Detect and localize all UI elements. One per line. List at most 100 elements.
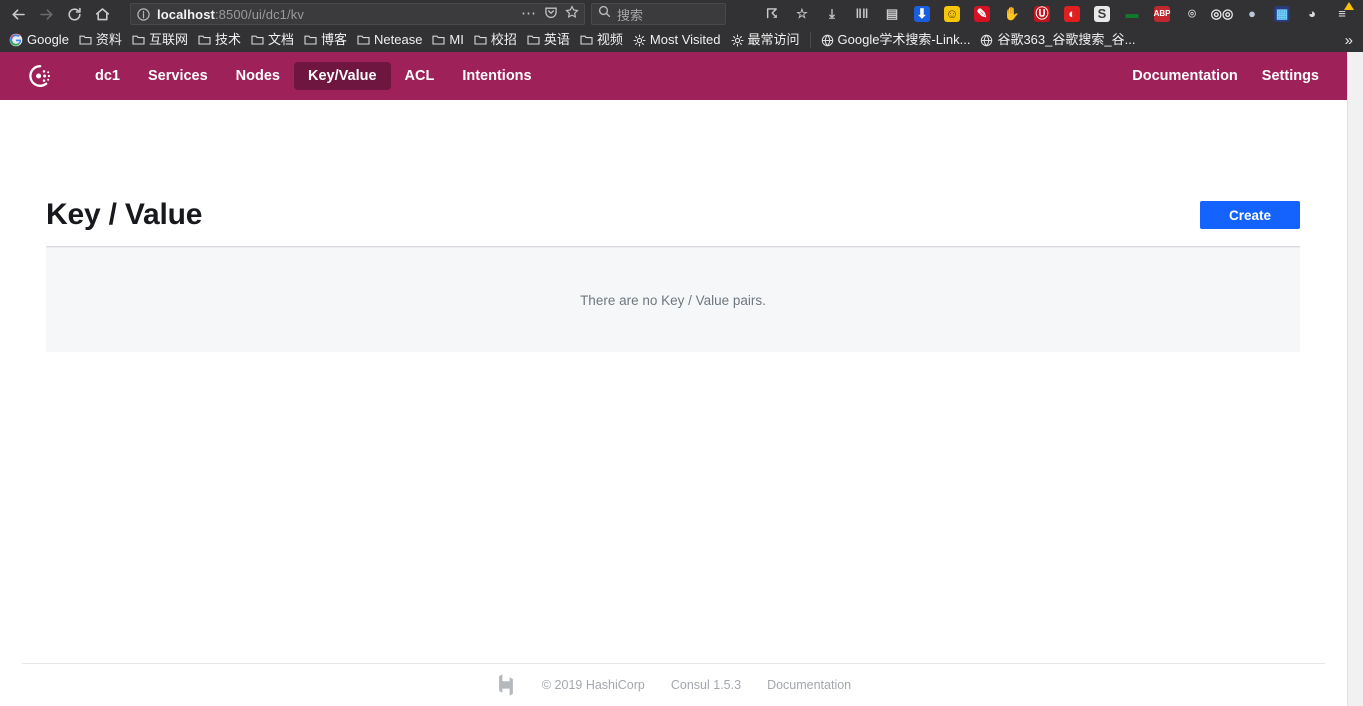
bookmarks-separator <box>809 32 811 48</box>
bookmark-item[interactable]: 博客 <box>299 30 352 50</box>
nav-acl[interactable]: ACL <box>391 62 449 90</box>
colorful-grid-extension-icon[interactable]: ▦ <box>1267 1 1297 27</box>
nav-datacenter[interactable]: dc1 <box>81 62 134 90</box>
folder-icon <box>198 34 211 46</box>
nav-settings[interactable]: Settings <box>1250 62 1331 90</box>
folder-icon <box>474 34 487 46</box>
folder-icon <box>304 34 317 46</box>
bookmark-label: Google学术搜索-Link... <box>837 32 971 47</box>
bookmark-item[interactable]: 文档 <box>246 30 299 50</box>
globe-icon <box>980 34 993 47</box>
bookmark-label: 互联网 <box>148 32 188 47</box>
bookmark-label: 英语 <box>543 32 570 47</box>
nav-intentions[interactable]: Intentions <box>448 62 545 90</box>
lastpass-extension-icon[interactable]: Ⓤ <box>1027 1 1057 27</box>
globe-icon <box>821 34 834 47</box>
nav-key-value[interactable]: Key/Value <box>294 62 391 90</box>
home-button[interactable] <box>88 1 116 27</box>
folder-icon <box>79 34 92 46</box>
folder-icon <box>251 34 264 46</box>
url-host: localhost <box>157 6 215 22</box>
bookmark-item[interactable]: 谷歌363_谷歌搜索_谷... <box>975 30 1140 50</box>
url-text: localhost:8500/ui/dc1/kv <box>157 7 515 22</box>
bookmark-item[interactable]: 资料 <box>74 30 127 50</box>
page-scrollbar[interactable] <box>1347 52 1363 706</box>
search-bar[interactable]: 搜索 <box>591 3 726 25</box>
downloads-icon[interactable]: ⤓ <box>817 1 847 27</box>
url-bar[interactable]: localhost:8500/ui/dc1/kv ⋯ <box>130 3 585 25</box>
goggles-extension-icon[interactable]: ◎◎ <box>1207 1 1237 27</box>
menu-hamburger-icon[interactable]: ≡ <box>1327 1 1357 27</box>
bookmark-item[interactable]: Most Visited <box>628 30 726 50</box>
bookmarks-overflow-icon[interactable]: » <box>1339 32 1359 49</box>
green-dash-extension-icon[interactable]: ▬ <box>1117 1 1147 27</box>
bookmark-item[interactable]: 技术 <box>193 30 246 50</box>
create-button[interactable]: Create <box>1200 201 1300 229</box>
key-value-header: Key / Value Create <box>46 198 1300 246</box>
bookmark-item[interactable]: 互联网 <box>127 30 193 50</box>
back-button[interactable] <box>4 1 32 27</box>
bookmark-item[interactable]: 最常访问 <box>726 30 805 50</box>
red-pen-extension-icon[interactable]: ✎ <box>967 1 997 27</box>
nav-intentions-label: Intentions <box>462 68 532 84</box>
empty-state-message: There are no Key / Value pairs. <box>580 292 766 308</box>
folder-icon <box>432 34 445 46</box>
bookmark-label: 技术 <box>214 32 241 47</box>
bookmark-item[interactable]: Google学术搜索-Link... <box>816 30 976 50</box>
opera-extension-icon-glyph: ◐ <box>1064 6 1080 22</box>
info-circle-icon[interactable] <box>136 7 151 22</box>
bookmark-item[interactable]: 视频 <box>575 30 628 50</box>
at-extension-icon[interactable]: ⌾ <box>1177 1 1207 27</box>
nav-settings-label: Settings <box>1261 68 1319 84</box>
bookmark-item[interactable]: 英语 <box>522 30 575 50</box>
lastpass-extension-icon-glyph: Ⓤ <box>1034 6 1050 22</box>
ellipsis-icon[interactable]: ⋯ <box>521 6 537 21</box>
s-extension-icon-glyph: S <box>1094 6 1110 22</box>
green-dash-extension-icon-glyph: ▬ <box>1125 6 1139 21</box>
opera-extension-icon[interactable]: ◐ <box>1057 1 1087 27</box>
bookmark-item[interactable]: Netease <box>352 30 427 50</box>
library-icon[interactable]: ‖‖ <box>847 1 877 27</box>
forward-button[interactable] <box>32 1 60 27</box>
gear-icon <box>633 33 646 47</box>
bookmark-item[interactable]: Google <box>4 30 74 50</box>
goggles-extension-icon-glyph: ◎◎ <box>1210 6 1234 21</box>
footer-documentation-link[interactable]: Documentation <box>767 678 851 692</box>
consul-logo[interactable] <box>25 61 55 91</box>
pocket-icon[interactable] <box>544 5 558 24</box>
nav-documentation[interactable]: Documentation <box>1120 62 1250 90</box>
nav-nodes[interactable]: Nodes <box>222 62 294 90</box>
pocket-save-icon[interactable]: ☈ <box>757 1 787 27</box>
bookmark-item[interactable]: MI <box>427 30 468 50</box>
adblock-plus-icon[interactable]: ABP <box>1147 1 1177 27</box>
library-icon-glyph: ‖‖ <box>855 6 869 21</box>
page-title: Key / Value <box>46 198 203 231</box>
bookmark-item[interactable]: 校招 <box>469 30 522 50</box>
handshake-extension-icon-glyph: ✋ <box>1003 6 1021 21</box>
bookmark-label: 校招 <box>490 32 517 47</box>
reload-button[interactable] <box>60 1 88 27</box>
smiley-extension-icon[interactable]: ☺ <box>937 1 967 27</box>
gear-icon <box>730 33 744 47</box>
scrollbar-thumb[interactable] <box>1349 52 1363 692</box>
nav-services[interactable]: Services <box>134 62 222 90</box>
account-icon-glyph: ◕ <box>1308 6 1316 21</box>
download-manager-icon[interactable]: ⬇ <box>907 1 937 27</box>
url-path: :8500/ui/dc1/kv <box>214 6 304 22</box>
smiley-extension-icon-glyph: ☺ <box>944 6 960 22</box>
bookmark-star-icon[interactable]: ☆ <box>787 1 817 27</box>
consul-nav-items: dc1 Services Nodes Key/Value ACL Intentions <box>81 62 546 90</box>
url-bar-actions: ⋯ <box>521 4 579 24</box>
s-extension-icon[interactable]: S <box>1087 1 1117 27</box>
sidebar-icon[interactable]: ▤ <box>877 1 907 27</box>
bookmarks-bar: Google 资料 互联网 技术 文档 博客 Netease MI 校招 英语 视频 Most Vis… <box>0 28 1363 52</box>
consul-navbar-background: dc1 Services Nodes Key/Value ACL Intentions D… <box>0 52 1363 100</box>
google-icon <box>9 33 23 47</box>
consul-navbar: dc1 Services Nodes Key/Value ACL Intentions D… <box>11 52 1347 100</box>
browser-chrome: localhost:8500/ui/dc1/kv ⋯ 搜索 ☈ ☆ ⤓ ‖‖ ▤ ⬇ ☺ ✎ ✋… <box>0 0 1363 52</box>
handshake-extension-icon[interactable]: ✋ <box>997 1 1027 27</box>
account-icon[interactable]: ◕ <box>1297 1 1327 27</box>
downloads-icon-glyph: ⤓ <box>829 6 835 21</box>
grey-circle-extension-icon[interactable]: ● <box>1237 1 1267 27</box>
star-icon[interactable] <box>565 4 579 24</box>
